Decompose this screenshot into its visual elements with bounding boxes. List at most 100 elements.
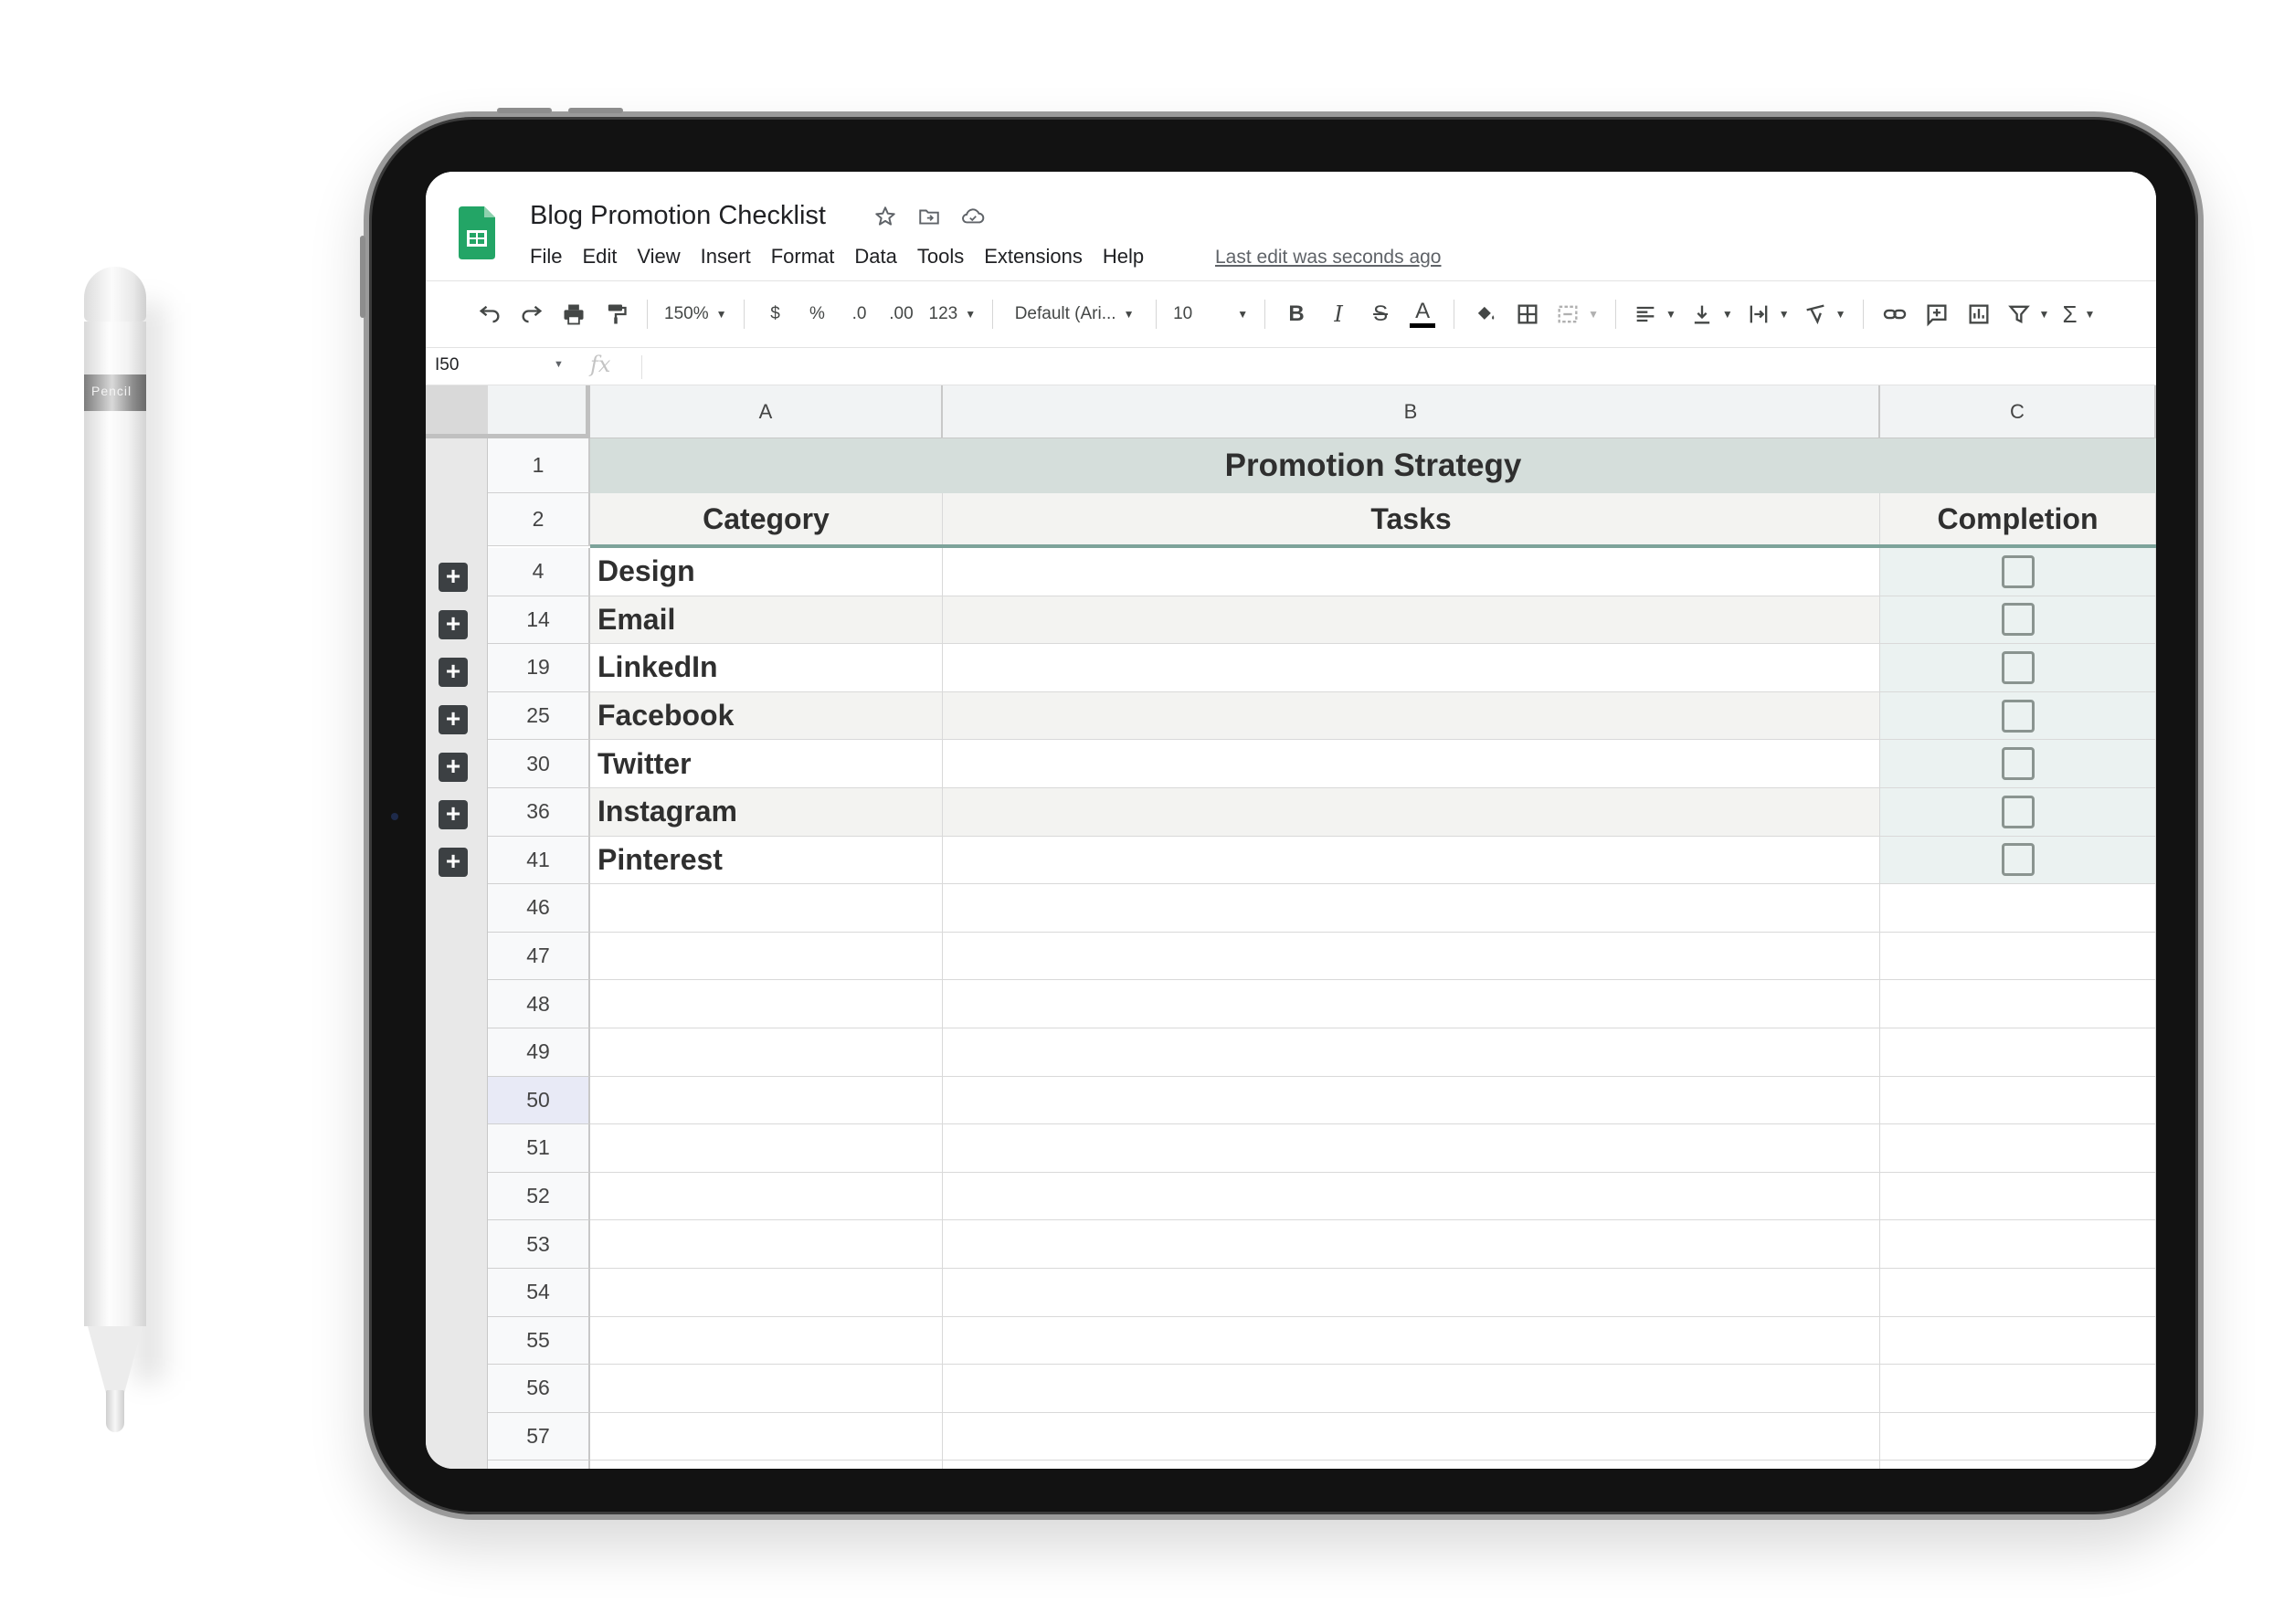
empty-cell[interactable] [1880, 1076, 2156, 1125]
category-cell[interactable]: Design [590, 548, 943, 596]
tasks-cell[interactable] [943, 691, 1880, 741]
completion-checkbox[interactable] [2001, 843, 2035, 877]
empty-cell[interactable] [590, 980, 943, 1028]
row-header[interactable]: 19 [488, 644, 590, 692]
row-header[interactable]: 14 [488, 596, 590, 645]
empty-cell[interactable] [943, 884, 1880, 933]
empty-cell[interactable] [943, 1461, 1880, 1469]
select-all-corner[interactable] [488, 385, 590, 438]
empty-cell[interactable] [590, 884, 943, 933]
empty-cell[interactable] [590, 1269, 943, 1317]
category-cell[interactable]: Instagram [590, 788, 943, 837]
redo-icon[interactable] [513, 295, 550, 333]
tasks-cell[interactable] [943, 644, 1880, 692]
empty-cell[interactable] [590, 1412, 943, 1461]
insert-link-icon[interactable] [1877, 295, 1913, 333]
vertical-align-icon[interactable]: ▼ [1686, 295, 1737, 333]
empty-cell[interactable] [1880, 1172, 2156, 1221]
row-header[interactable]: 4 [488, 548, 590, 596]
completion-checkbox[interactable] [2001, 699, 2035, 733]
menu-insert[interactable]: Insert [701, 245, 751, 269]
row-header[interactable]: 57 [488, 1412, 590, 1461]
empty-cell[interactable] [1880, 1461, 2156, 1469]
row-header[interactable]: 50 [488, 1076, 590, 1125]
completion-cell[interactable] [1880, 691, 2156, 741]
number-format-button[interactable]: 123 ▼ [925, 295, 980, 333]
row-header[interactable]: 46 [488, 884, 590, 933]
column-header-b[interactable]: B [943, 385, 1880, 438]
completion-cell[interactable] [1880, 788, 2156, 837]
empty-cell[interactable] [590, 1220, 943, 1269]
document-title[interactable]: Blog Promotion Checklist [530, 201, 826, 231]
completion-cell[interactable] [1880, 836, 2156, 885]
menu-file[interactable]: File [530, 245, 562, 269]
empty-cell[interactable] [943, 1316, 1880, 1366]
expand-group-icon[interactable]: + [439, 563, 468, 592]
paint-format-icon[interactable] [597, 295, 634, 333]
increase-decimal-button[interactable]: .00 [883, 295, 920, 333]
font-size-select[interactable]: 10 ▼ [1169, 295, 1252, 333]
sheets-logo-icon[interactable] [459, 206, 495, 259]
cloud-status-icon[interactable] [959, 203, 987, 230]
row-header[interactable]: 47 [488, 932, 590, 981]
completion-checkbox[interactable] [2001, 554, 2035, 588]
expand-group-icon[interactable]: + [439, 610, 468, 639]
empty-cell[interactable] [1880, 1269, 2156, 1317]
empty-cell[interactable] [943, 1124, 1880, 1173]
strikethrough-button[interactable]: S [1362, 295, 1399, 333]
star-icon[interactable] [872, 203, 899, 230]
empty-cell[interactable] [943, 1269, 1880, 1317]
empty-cell[interactable] [590, 1316, 943, 1366]
row-header[interactable]: 36 [488, 788, 590, 837]
zoom-select[interactable]: 150% ▼ [661, 295, 731, 333]
header-cell-completion[interactable]: Completion [1880, 493, 2156, 546]
tasks-cell[interactable] [943, 836, 1880, 885]
completion-cell[interactable] [1880, 548, 2156, 596]
row-header[interactable]: 52 [488, 1172, 590, 1221]
row-header[interactable]: 51 [488, 1124, 590, 1173]
category-cell[interactable]: Twitter [590, 740, 943, 788]
empty-cell[interactable] [1880, 884, 2156, 933]
empty-cell[interactable] [590, 1461, 943, 1469]
caret-down-icon[interactable]: ▼ [554, 359, 564, 370]
filter-icon[interactable]: ▼ [2003, 295, 2054, 333]
tasks-cell[interactable] [943, 788, 1880, 837]
expand-group-icon[interactable]: + [439, 848, 468, 877]
insert-chart-icon[interactable] [1961, 295, 1997, 333]
tasks-cell[interactable] [943, 740, 1880, 788]
expand-group-icon[interactable]: + [439, 800, 468, 829]
category-cell[interactable]: Pinterest [590, 836, 943, 885]
empty-cell[interactable] [1880, 980, 2156, 1028]
move-to-folder-icon[interactable] [915, 203, 943, 230]
row-header[interactable]: 30 [488, 740, 590, 788]
merge-cells-icon[interactable]: ▼ [1551, 295, 1602, 333]
bold-button[interactable]: B [1278, 295, 1315, 333]
empty-cell[interactable] [1880, 1124, 2156, 1173]
fill-color-icon[interactable] [1467, 295, 1504, 333]
empty-cell[interactable] [590, 1124, 943, 1173]
empty-cell[interactable] [943, 1028, 1880, 1077]
print-icon[interactable] [555, 295, 592, 333]
empty-cell[interactable] [1880, 1412, 2156, 1461]
expand-group-icon[interactable]: + [439, 705, 468, 734]
empty-cell[interactable] [943, 980, 1880, 1028]
menu-tools[interactable]: Tools [917, 245, 964, 269]
completion-checkbox[interactable] [2001, 650, 2035, 684]
empty-cell[interactable] [590, 1076, 943, 1125]
borders-icon[interactable] [1509, 295, 1546, 333]
row-header[interactable]: 56 [488, 1365, 590, 1413]
empty-cell[interactable] [1880, 1220, 2156, 1269]
tasks-cell[interactable] [943, 548, 1880, 596]
expand-group-icon[interactable]: + [439, 753, 468, 782]
empty-cell[interactable] [943, 1220, 1880, 1269]
completion-cell[interactable] [1880, 740, 2156, 788]
row-header[interactable]: 2 [488, 493, 590, 546]
insert-comment-icon[interactable] [1919, 295, 1955, 333]
empty-cell[interactable] [943, 1076, 1880, 1125]
empty-cell[interactable] [590, 1172, 943, 1221]
menu-edit[interactable]: Edit [582, 245, 617, 269]
menu-view[interactable]: View [637, 245, 680, 269]
empty-cell[interactable] [943, 1365, 1880, 1413]
empty-cell[interactable] [943, 1412, 1880, 1461]
menu-format[interactable]: Format [771, 245, 835, 269]
